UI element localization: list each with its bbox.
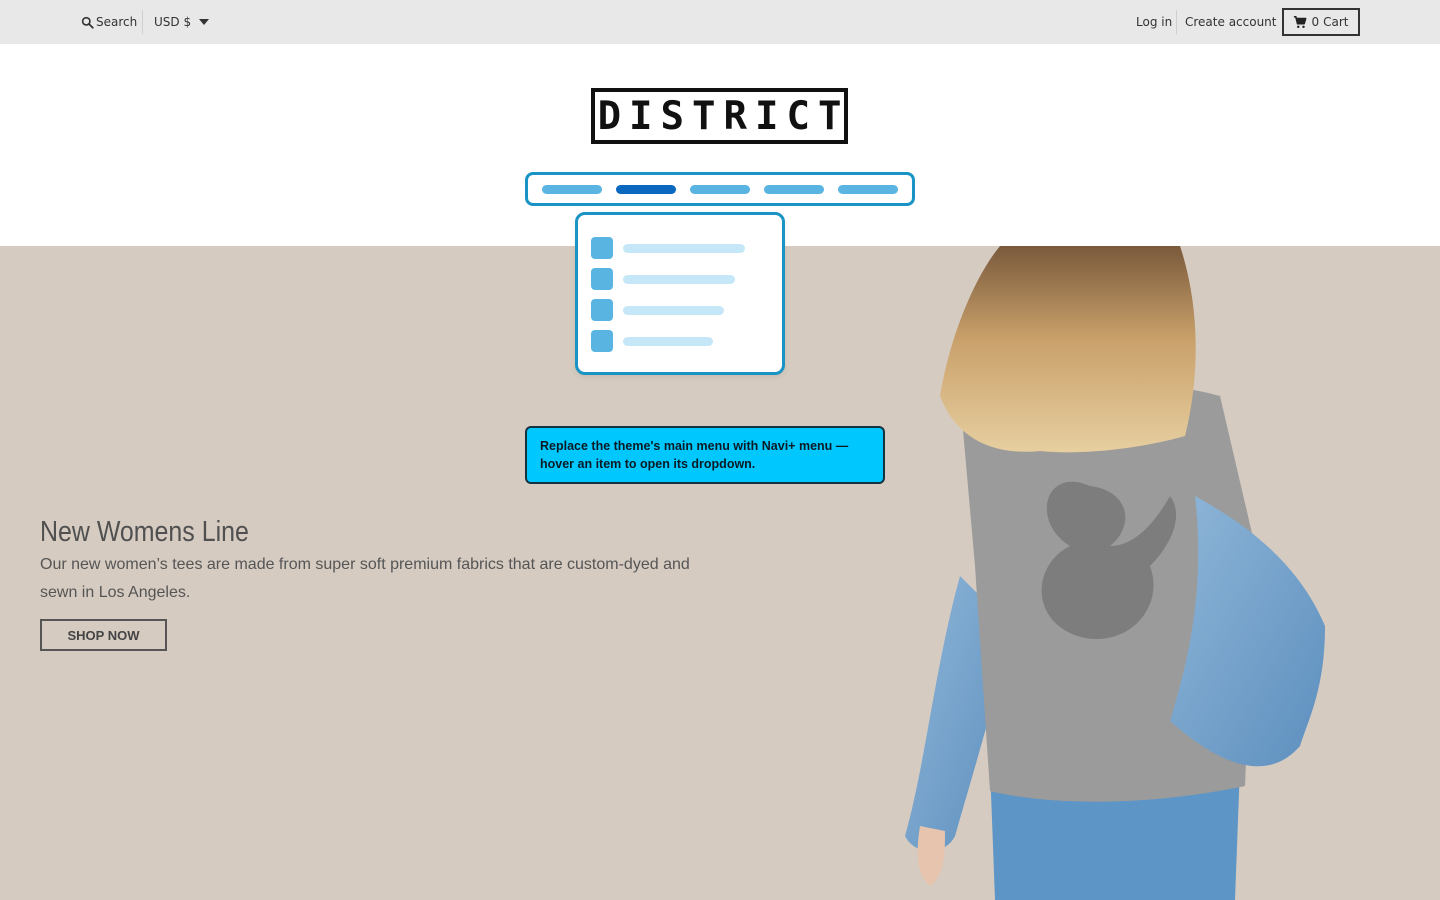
dropdown-item[interactable] — [591, 330, 771, 352]
menu-item-5[interactable] — [838, 185, 898, 194]
dropdown-item-icon — [591, 330, 613, 352]
dropdown-item-icon — [591, 299, 613, 321]
hero-title: New Womens Line — [40, 516, 249, 548]
dropdown-item-label — [623, 337, 713, 346]
dropdown-item-icon — [591, 237, 613, 259]
store-logo[interactable]: DISTRICT — [591, 88, 848, 144]
dropdown-item-label — [623, 306, 724, 315]
instruction-callout: Replace the theme's main menu with Navi+… — [525, 426, 885, 484]
cart-count: 0 — [1311, 15, 1320, 29]
chevron-down-icon — [199, 19, 210, 25]
menu-item-1[interactable] — [542, 185, 602, 194]
callout-line-1: Replace the theme's main menu with Navi+… — [540, 439, 849, 453]
search-icon — [81, 16, 94, 29]
currency-selector[interactable]: USD $ — [154, 13, 210, 31]
callout-line-2: hover an item to open its dropdown. — [540, 457, 756, 471]
utility-bar: Search USD $ Log in Create account 0 Car… — [0, 0, 1440, 44]
dropdown-item-label — [623, 244, 745, 253]
menu-item-3[interactable] — [690, 185, 750, 194]
dropdown-item[interactable] — [591, 268, 771, 290]
dropdown-item-label — [623, 275, 735, 284]
navi-menu-bar — [525, 172, 915, 206]
create-account-link[interactable]: Create account — [1185, 13, 1277, 31]
menu-dropdown — [575, 212, 785, 375]
hero-description: Our new women’s tees are made from super… — [40, 556, 690, 601]
dropdown-item[interactable] — [591, 299, 771, 321]
cart-icon — [1294, 15, 1307, 29]
cart-label: Cart — [1323, 15, 1349, 29]
dropdown-item[interactable] — [591, 237, 771, 259]
cart-button[interactable]: 0 Cart — [1282, 8, 1360, 36]
menu-item-2-active[interactable] — [616, 185, 676, 194]
search-button[interactable]: Search — [81, 13, 137, 31]
divider — [142, 10, 143, 34]
login-link[interactable]: Log in — [1136, 13, 1172, 31]
menu-item-4[interactable] — [764, 185, 824, 194]
currency-label: USD $ — [154, 15, 192, 29]
divider — [1176, 10, 1177, 34]
search-label: Search — [96, 15, 138, 29]
shop-now-button[interactable]: SHOP NOW — [40, 619, 167, 651]
dropdown-item-icon — [591, 268, 613, 290]
